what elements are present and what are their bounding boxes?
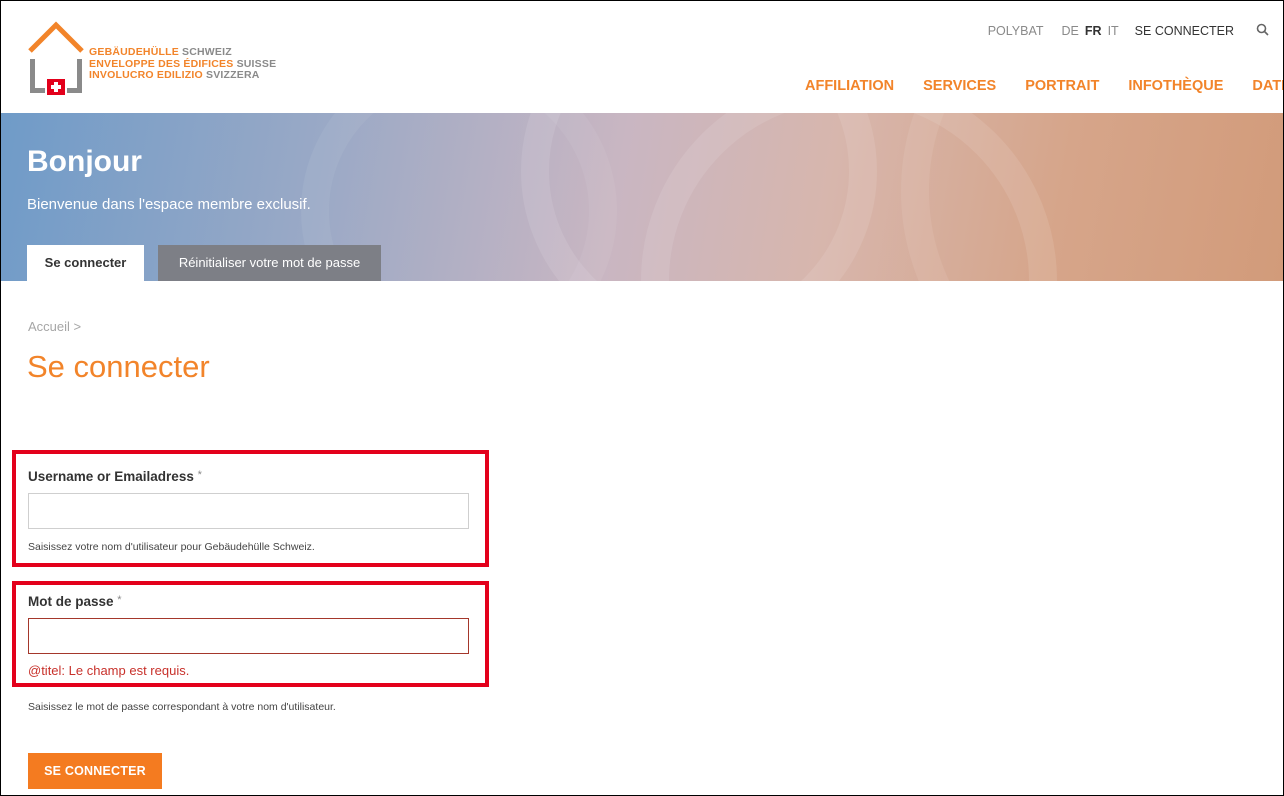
nav-item-affiliation[interactable]: AFFILIATION [805,78,894,94]
hero-banner: Bonjour Bienvenue dans l'espace membre e… [1,113,1283,281]
main-nav: AFFILIATION SERVICES PORTRAIT INFOTHÈQUE… [805,78,1283,94]
search-icon[interactable] [1256,23,1269,39]
login-submit-button[interactable]: SE CONNECTER [28,753,162,789]
password-error-message: @titel: Le champ est requis. [28,663,190,678]
login-link[interactable]: SE CONNECTER [1135,24,1234,38]
page: GEBÄUDEHÜLLE SCHWEIZ ENVELOPPE DES ÉDIFI… [0,0,1284,796]
logo-wordmark: GEBÄUDEHÜLLE SCHWEIZ ENVELOPPE DES ÉDIFI… [89,46,277,81]
site-logo[interactable]: GEBÄUDEHÜLLE SCHWEIZ ENVELOPPE DES ÉDIFI… [27,21,297,96]
utility-bar: POLYBAT DE FR IT SE CONNECTER [988,23,1269,39]
tab-reset-password[interactable]: Réinitialiser votre mot de passe [158,245,381,281]
nav-item-services[interactable]: SERVICES [923,78,996,94]
polybat-link[interactable]: POLYBAT [988,24,1044,38]
lang-fr-link[interactable]: FR [1085,24,1102,38]
username-help-text: Saisissez votre nom d'utilisateur pour G… [28,541,315,553]
lang-it-link[interactable]: IT [1108,24,1119,38]
username-label: Username or Emailadress * [28,469,202,484]
page-title: Se connecter [27,349,210,384]
nav-item-portrait[interactable]: PORTRAIT [1025,78,1099,94]
banner-title: Bonjour [27,145,142,178]
breadcrumb[interactable]: Accueil > [28,319,81,334]
nav-item-infotheque[interactable]: INFOTHÈQUE [1128,78,1223,94]
house-logo-icon [28,21,84,95]
lang-de-link[interactable]: DE [1062,24,1079,38]
username-input[interactable] [28,493,469,529]
banner-subtitle: Bienvenue dans l'espace membre exclusif. [27,196,311,213]
tab-login[interactable]: Se connecter [27,245,144,281]
password-help-text: Saisissez le mot de passe correspondant … [28,701,336,713]
password-input[interactable] [28,618,469,654]
password-label: Mot de passe * [28,594,122,609]
nav-item-dates[interactable]: DATES [1252,78,1283,94]
